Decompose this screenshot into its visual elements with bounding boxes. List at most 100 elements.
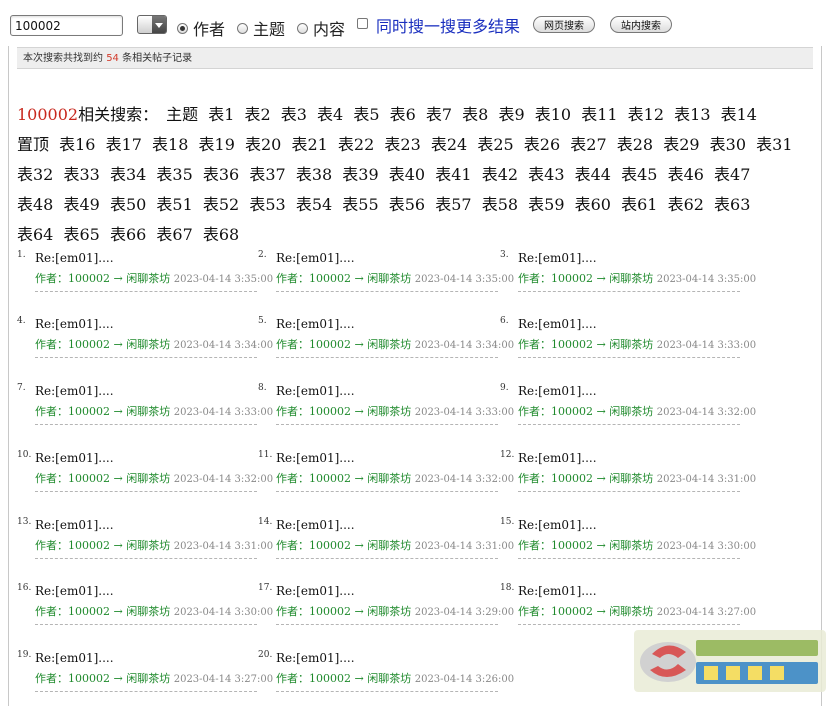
result-title-link[interactable]: Re:[em01].... xyxy=(35,451,114,465)
related-tag[interactable]: 表41 xyxy=(435,165,471,184)
forum-link[interactable]: 闲聊茶坊 xyxy=(367,472,411,485)
related-tag[interactable]: 表39 xyxy=(342,165,378,184)
related-tag[interactable]: 表55 xyxy=(342,195,378,214)
forum-link[interactable]: 闲聊茶坊 xyxy=(367,539,411,552)
result-title-link[interactable]: Re:[em01].... xyxy=(518,384,597,398)
author-link[interactable]: 100002 xyxy=(68,539,110,552)
result-title-link[interactable]: Re:[em01].... xyxy=(518,451,597,465)
related-tag[interactable]: 表48 xyxy=(17,195,53,214)
radio-topic[interactable]: 主题 xyxy=(237,16,285,40)
related-tag[interactable]: 表1 xyxy=(208,105,234,124)
author-link[interactable]: 100002 xyxy=(309,472,351,485)
related-tag[interactable]: 表51 xyxy=(156,195,192,214)
author-link[interactable]: 100002 xyxy=(68,272,110,285)
author-link[interactable]: 100002 xyxy=(551,539,593,552)
related-tag[interactable]: 表64 xyxy=(17,225,53,244)
related-tag[interactable]: 表45 xyxy=(621,165,657,184)
related-tag[interactable]: 表19 xyxy=(199,135,235,154)
author-link[interactable]: 100002 xyxy=(551,272,593,285)
related-tag[interactable]: 表34 xyxy=(110,165,146,184)
related-tag[interactable]: 表68 xyxy=(203,225,239,244)
related-tag[interactable]: 表60 xyxy=(575,195,611,214)
related-tag[interactable]: 表43 xyxy=(528,165,564,184)
related-tag[interactable]: 表32 xyxy=(17,165,53,184)
related-tag[interactable]: 表27 xyxy=(570,135,606,154)
result-title-link[interactable]: Re:[em01].... xyxy=(276,317,355,331)
forum-link[interactable]: 闲聊茶坊 xyxy=(609,405,653,418)
author-link[interactable]: 100002 xyxy=(551,605,593,618)
forum-link[interactable]: 闲聊茶坊 xyxy=(126,472,170,485)
forum-link[interactable]: 闲聊茶坊 xyxy=(126,605,170,618)
radio-author[interactable]: 作者 xyxy=(177,16,225,40)
related-tag[interactable]: 表53 xyxy=(249,195,285,214)
forum-link[interactable]: 闲聊茶坊 xyxy=(367,405,411,418)
author-link[interactable]: 100002 xyxy=(309,539,351,552)
result-title-link[interactable]: Re:[em01].... xyxy=(276,584,355,598)
related-tag[interactable]: 表29 xyxy=(663,135,699,154)
related-tag[interactable]: 表7 xyxy=(426,105,452,124)
author-link[interactable]: 100002 xyxy=(68,472,110,485)
related-tag[interactable]: 表24 xyxy=(431,135,467,154)
related-tag[interactable]: 表25 xyxy=(477,135,513,154)
result-title-link[interactable]: Re:[em01].... xyxy=(276,651,355,665)
related-tag[interactable]: 表4 xyxy=(317,105,343,124)
related-tag[interactable]: 表23 xyxy=(384,135,420,154)
related-tag[interactable]: 表47 xyxy=(714,165,750,184)
related-tag[interactable]: 表58 xyxy=(482,195,518,214)
related-tag[interactable]: 表17 xyxy=(106,135,142,154)
related-tag[interactable]: 表61 xyxy=(621,195,657,214)
author-link[interactable]: 100002 xyxy=(551,472,593,485)
forum-link[interactable]: 闲聊茶坊 xyxy=(609,605,653,618)
related-tag[interactable]: 主题 xyxy=(166,105,198,124)
related-tag[interactable]: 表20 xyxy=(245,135,281,154)
result-title-link[interactable]: Re:[em01].... xyxy=(518,317,597,331)
author-link[interactable]: 100002 xyxy=(551,338,593,351)
result-title-link[interactable]: Re:[em01].... xyxy=(35,384,114,398)
result-title-link[interactable]: Re:[em01].... xyxy=(276,451,355,465)
forum-link[interactable]: 闲聊茶坊 xyxy=(126,272,170,285)
search-input[interactable] xyxy=(10,15,123,36)
related-tag[interactable]: 表66 xyxy=(110,225,146,244)
forum-link[interactable]: 闲聊茶坊 xyxy=(126,672,170,685)
related-tag[interactable]: 表33 xyxy=(63,165,99,184)
author-link[interactable]: 100002 xyxy=(68,605,110,618)
related-tag[interactable]: 表54 xyxy=(296,195,332,214)
forum-link[interactable]: 闲聊茶坊 xyxy=(609,539,653,552)
also-search-label[interactable]: 同时搜一搜更多结果 xyxy=(376,13,520,37)
result-title-link[interactable]: Re:[em01].... xyxy=(276,384,355,398)
site-search-button[interactable]: 站内搜索 xyxy=(610,16,672,33)
forum-link[interactable]: 闲聊茶坊 xyxy=(367,605,411,618)
also-search-checkbox[interactable] xyxy=(357,18,368,29)
related-tag[interactable]: 表37 xyxy=(249,165,285,184)
author-link[interactable]: 100002 xyxy=(68,672,110,685)
related-tag[interactable]: 表67 xyxy=(156,225,192,244)
related-tag[interactable]: 表6 xyxy=(390,105,416,124)
forum-link[interactable]: 闲聊茶坊 xyxy=(609,272,653,285)
related-tag[interactable]: 表16 xyxy=(59,135,95,154)
forum-link[interactable]: 闲聊茶坊 xyxy=(609,472,653,485)
search-type-dropdown[interactable] xyxy=(137,15,167,34)
related-tag[interactable]: 表31 xyxy=(756,135,792,154)
related-tag[interactable]: 表21 xyxy=(291,135,327,154)
author-link[interactable]: 100002 xyxy=(309,672,351,685)
related-tag[interactable]: 表35 xyxy=(156,165,192,184)
related-tag[interactable]: 表50 xyxy=(110,195,146,214)
related-tag[interactable]: 表52 xyxy=(203,195,239,214)
result-title-link[interactable]: Re:[em01].... xyxy=(276,251,355,265)
forum-link[interactable]: 闲聊茶坊 xyxy=(367,672,411,685)
related-tag[interactable]: 表46 xyxy=(668,165,704,184)
forum-link[interactable]: 闲聊茶坊 xyxy=(126,539,170,552)
author-link[interactable]: 100002 xyxy=(309,272,351,285)
related-tag[interactable]: 表44 xyxy=(575,165,611,184)
related-tag[interactable]: 表26 xyxy=(524,135,560,154)
related-tag[interactable]: 表63 xyxy=(714,195,750,214)
radio-content[interactable]: 内容 xyxy=(297,16,345,40)
forum-link[interactable]: 闲聊茶坊 xyxy=(126,338,170,351)
result-title-link[interactable]: Re:[em01].... xyxy=(35,584,114,598)
result-title-link[interactable]: Re:[em01].... xyxy=(276,518,355,532)
related-tag[interactable]: 表8 xyxy=(462,105,488,124)
related-tag[interactable]: 表18 xyxy=(152,135,188,154)
related-tag[interactable]: 表42 xyxy=(482,165,518,184)
author-link[interactable]: 100002 xyxy=(551,405,593,418)
related-tag[interactable]: 表2 xyxy=(244,105,270,124)
